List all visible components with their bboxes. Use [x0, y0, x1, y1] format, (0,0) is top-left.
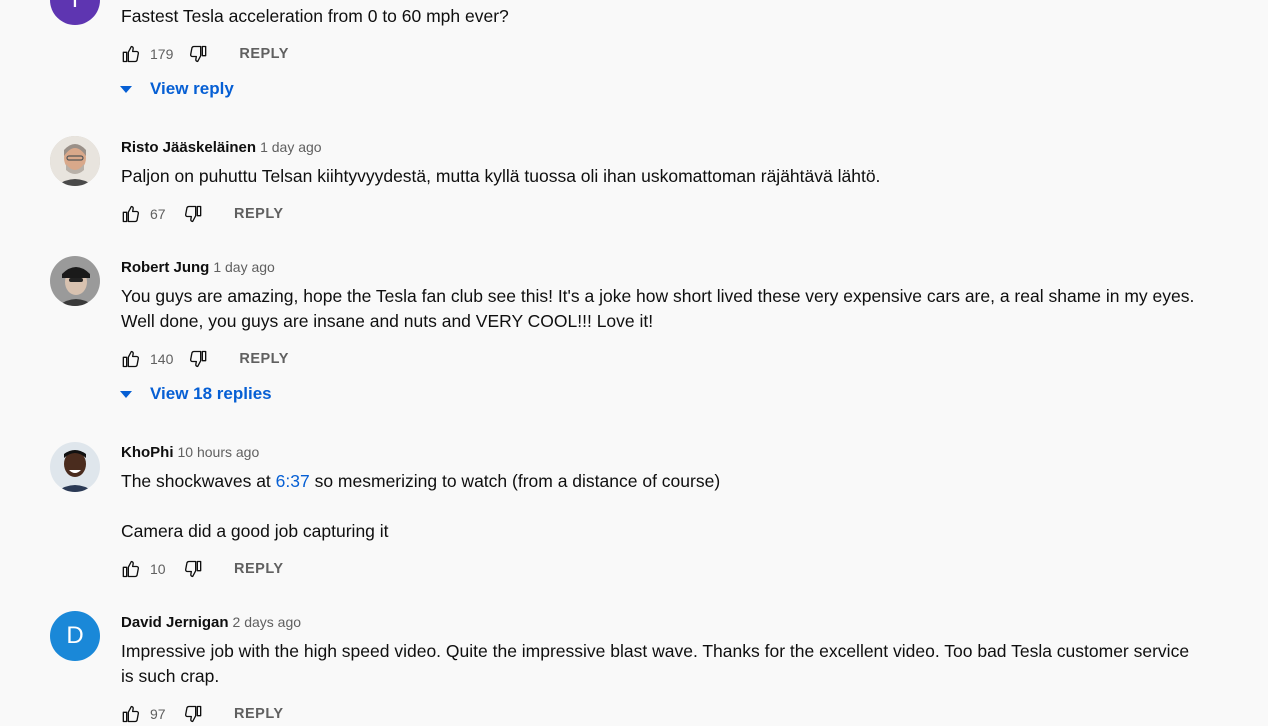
avatar[interactable]	[50, 136, 100, 186]
comment-text-line: Camera did a good job capturing it	[121, 521, 389, 541]
thumbs-down-icon[interactable]	[189, 349, 209, 369]
comment-text-line: Fastest Tesla acceleration from 0 to 60 …	[121, 6, 509, 26]
like-count: 10	[150, 561, 166, 577]
person-photo-icon	[50, 136, 100, 186]
thumbs-up-icon[interactable]	[120, 704, 140, 724]
comment-text: You guys are amazing, hope the Tesla fan…	[121, 284, 1196, 334]
avatar[interactable]	[50, 442, 100, 492]
avatar-letter: T	[68, 0, 83, 14]
like-count: 97	[150, 706, 166, 722]
comment-actions: 140 REPLY	[120, 347, 289, 371]
comment-time[interactable]: 2 days ago	[233, 614, 302, 630]
view-replies-button[interactable]: View reply	[118, 79, 234, 99]
caret-down-icon	[120, 390, 132, 398]
timestamp-link[interactable]: 6:37	[276, 471, 310, 491]
comment-text-line: You guys are amazing, hope the Tesla fan…	[121, 286, 1195, 331]
thumbs-up-icon[interactable]	[120, 204, 140, 224]
thumbs-up-icon[interactable]	[120, 559, 140, 579]
comment-text-line: Impressive job with the high speed video…	[121, 641, 1190, 686]
comment-time[interactable]: 1 day ago	[260, 139, 322, 155]
avatar[interactable]: D	[50, 611, 100, 661]
like-count: 67	[150, 206, 166, 222]
author-name[interactable]: David Jernigan	[121, 614, 229, 631]
person-photo-icon	[50, 256, 100, 306]
like-count: 179	[150, 46, 174, 62]
comment-text: Fastest Tesla acceleration from 0 to 60 …	[121, 4, 1201, 29]
comment-text-segment: The shockwaves at	[121, 471, 276, 491]
reply-button[interactable]: REPLY	[239, 46, 289, 62]
reply-button[interactable]: REPLY	[234, 561, 284, 577]
thumbs-down-icon[interactable]	[184, 204, 204, 224]
comment-text: Impressive job with the high speed video…	[121, 639, 1196, 689]
thumbs-down-icon[interactable]	[184, 559, 204, 579]
view-replies-label: View reply	[150, 79, 234, 98]
comment-actions: 179 REPLY	[120, 42, 289, 66]
author-name[interactable]: Robert Jung	[121, 259, 209, 276]
thumbs-up-icon[interactable]	[120, 44, 140, 64]
avatar-letter: D	[66, 622, 84, 649]
comment-header: KhoPhi 10 hours ago	[121, 442, 259, 463]
comment-header: Robert Jung 1 day ago	[121, 257, 275, 278]
avatar[interactable]	[50, 256, 100, 306]
author-name[interactable]: KhoPhi	[121, 444, 174, 461]
thumbs-up-icon[interactable]	[120, 349, 140, 369]
comment-text: Paljon on puhuttu Telsan kiihtyvyydestä,…	[121, 164, 1201, 189]
comment-time[interactable]: 1 day ago	[213, 259, 275, 275]
thumbs-down-icon[interactable]	[184, 704, 204, 724]
view-replies-button[interactable]: View 18 replies	[118, 384, 272, 404]
thumbs-down-icon[interactable]	[189, 44, 209, 64]
comment-time[interactable]: 10 hours ago	[178, 444, 260, 460]
comment-header: Risto Jääskeläinen 1 day ago	[121, 137, 322, 158]
reply-button[interactable]: REPLY	[234, 706, 284, 722]
comment-header: David Jernigan 2 days ago	[121, 612, 301, 633]
reply-button[interactable]: REPLY	[239, 351, 289, 367]
person-photo-icon	[50, 442, 100, 492]
comment-actions: 67 REPLY	[120, 202, 284, 226]
author-name[interactable]: Risto Jääskeläinen	[121, 139, 256, 156]
like-count: 140	[150, 351, 174, 367]
comment-text-segment: so mesmerizing to watch (from a distance…	[309, 471, 721, 491]
caret-down-icon	[120, 85, 132, 93]
reply-button[interactable]: REPLY	[234, 206, 284, 222]
avatar[interactable]: T	[50, 0, 100, 25]
view-replies-label: View 18 replies	[150, 384, 272, 403]
comment-text: The shockwaves at 6:37 so mesmerizing to…	[121, 469, 1201, 544]
comment-actions: 10 REPLY	[120, 557, 284, 581]
comment-actions: 97 REPLY	[120, 702, 284, 726]
comment-text-line: The shockwaves at 6:37 so mesmerizing to…	[121, 469, 1201, 494]
comment-text-line: Paljon on puhuttu Telsan kiihtyvyydestä,…	[121, 166, 881, 186]
